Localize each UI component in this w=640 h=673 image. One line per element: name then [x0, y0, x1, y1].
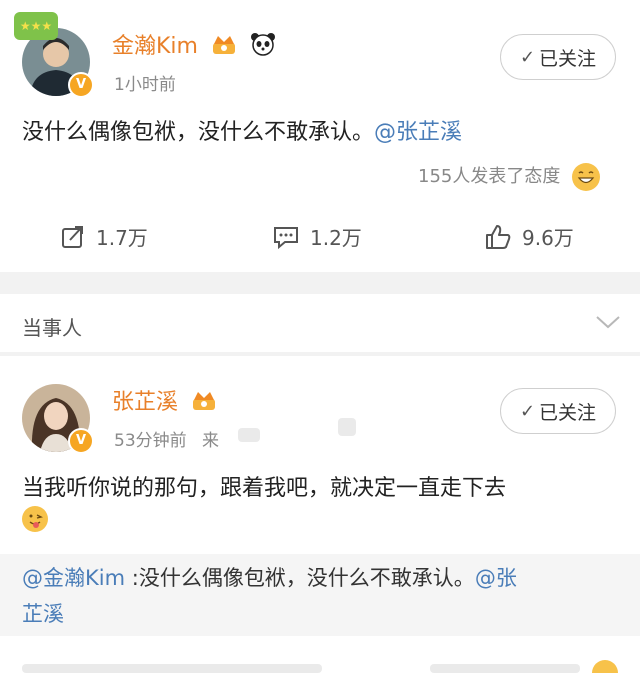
- section-title: 当事人: [22, 316, 82, 340]
- tongue-emoji-icon: [22, 506, 48, 532]
- follow-label: 已关注: [539, 47, 597, 70]
- weibo-post-1: ★★★ V 金瀚Kim 1小时前 ✓ 已关注 没什么偶像包袱，没什么不敢承认。@…: [0, 0, 640, 272]
- quote-mention-link[interactable]: @张: [475, 566, 517, 590]
- follow-button[interactable]: ✓ 已关注: [500, 34, 616, 80]
- post-time: 53分钟前 来: [114, 426, 219, 451]
- blurred-source: [238, 428, 260, 442]
- vip-crown-icon: [191, 389, 217, 417]
- username-text[interactable]: 金瀚Kim: [112, 34, 198, 59]
- like-icon: [486, 224, 511, 249]
- avatar-sticker: ★★★: [14, 12, 58, 40]
- blurred-footer: [22, 664, 322, 673]
- vip-crown-icon: [211, 33, 237, 61]
- comment-count: 1.2万: [310, 226, 362, 250]
- post-source: 来: [202, 431, 220, 451]
- blurred-footer: [430, 664, 580, 673]
- post-time-text: 53分钟前: [114, 431, 187, 451]
- weibo-post-2: V 张芷溪 53分钟前 来 ✓ 已关注 当我听你说的那句，跟着我吧，就决定一直走…: [0, 356, 640, 673]
- verified-badge-icon: V: [68, 428, 94, 454]
- post-text: 没什么偶像包袱，没什么不敢承认。@张芷溪: [22, 114, 462, 146]
- post-text-body: 没什么偶像包袱，没什么不敢承认。: [22, 120, 375, 145]
- section-header[interactable]: 当事人: [0, 294, 640, 352]
- reaction-summary[interactable]: 155人发表了态度: [418, 162, 601, 191]
- repost-button[interactable]: 1.7万: [60, 222, 148, 251]
- comment-icon: [274, 226, 298, 249]
- partial-emoji-icon: [592, 660, 618, 673]
- chevron-down-icon[interactable]: [594, 312, 622, 332]
- like-button[interactable]: 9.6万: [484, 222, 574, 251]
- quote-author-link[interactable]: @金瀚Kim: [22, 566, 125, 590]
- repost-count: 1.7万: [96, 226, 148, 250]
- reaction-count: 155人发表了态度: [418, 166, 561, 187]
- action-bar: 1.7万 1.2万 9.6万: [0, 222, 640, 262]
- follow-button[interactable]: ✓ 已关注: [500, 388, 616, 434]
- quote-line-2: 芷溪: [22, 596, 618, 632]
- check-icon: ✓: [519, 400, 536, 422]
- blurred-source: [338, 418, 356, 436]
- comment-button[interactable]: 1.2万: [272, 222, 362, 251]
- post-time: 1小时前: [114, 75, 176, 95]
- verified-badge-icon: V: [68, 72, 94, 98]
- panda-icon: [250, 32, 276, 62]
- like-count: 9.6万: [522, 226, 574, 250]
- mention-link[interactable]: @张芷溪: [374, 120, 462, 145]
- repost-icon: [62, 225, 83, 248]
- username-text[interactable]: 张芷溪: [112, 390, 178, 415]
- check-icon: ✓: [519, 46, 536, 68]
- username[interactable]: 张芷溪: [112, 384, 217, 417]
- quoted-post[interactable]: @金瀚Kim :没什么偶像包袱，没什么不敢承认。@张 芷溪: [0, 554, 640, 636]
- laugh-emoji-icon: [572, 163, 601, 191]
- username[interactable]: 金瀚Kim: [112, 28, 276, 62]
- follow-label: 已关注: [539, 401, 597, 424]
- quote-line-1: @金瀚Kim :没什么偶像包袱，没什么不敢承认。@张: [22, 560, 618, 596]
- quote-text: :没什么偶像包袱，没什么不敢承认。: [125, 566, 475, 590]
- separator: [0, 272, 640, 294]
- quote-mention-link-cont[interactable]: 芷溪: [22, 602, 64, 626]
- post-text: 当我听你说的那句，跟着我吧，就决定一直走下去: [22, 476, 507, 501]
